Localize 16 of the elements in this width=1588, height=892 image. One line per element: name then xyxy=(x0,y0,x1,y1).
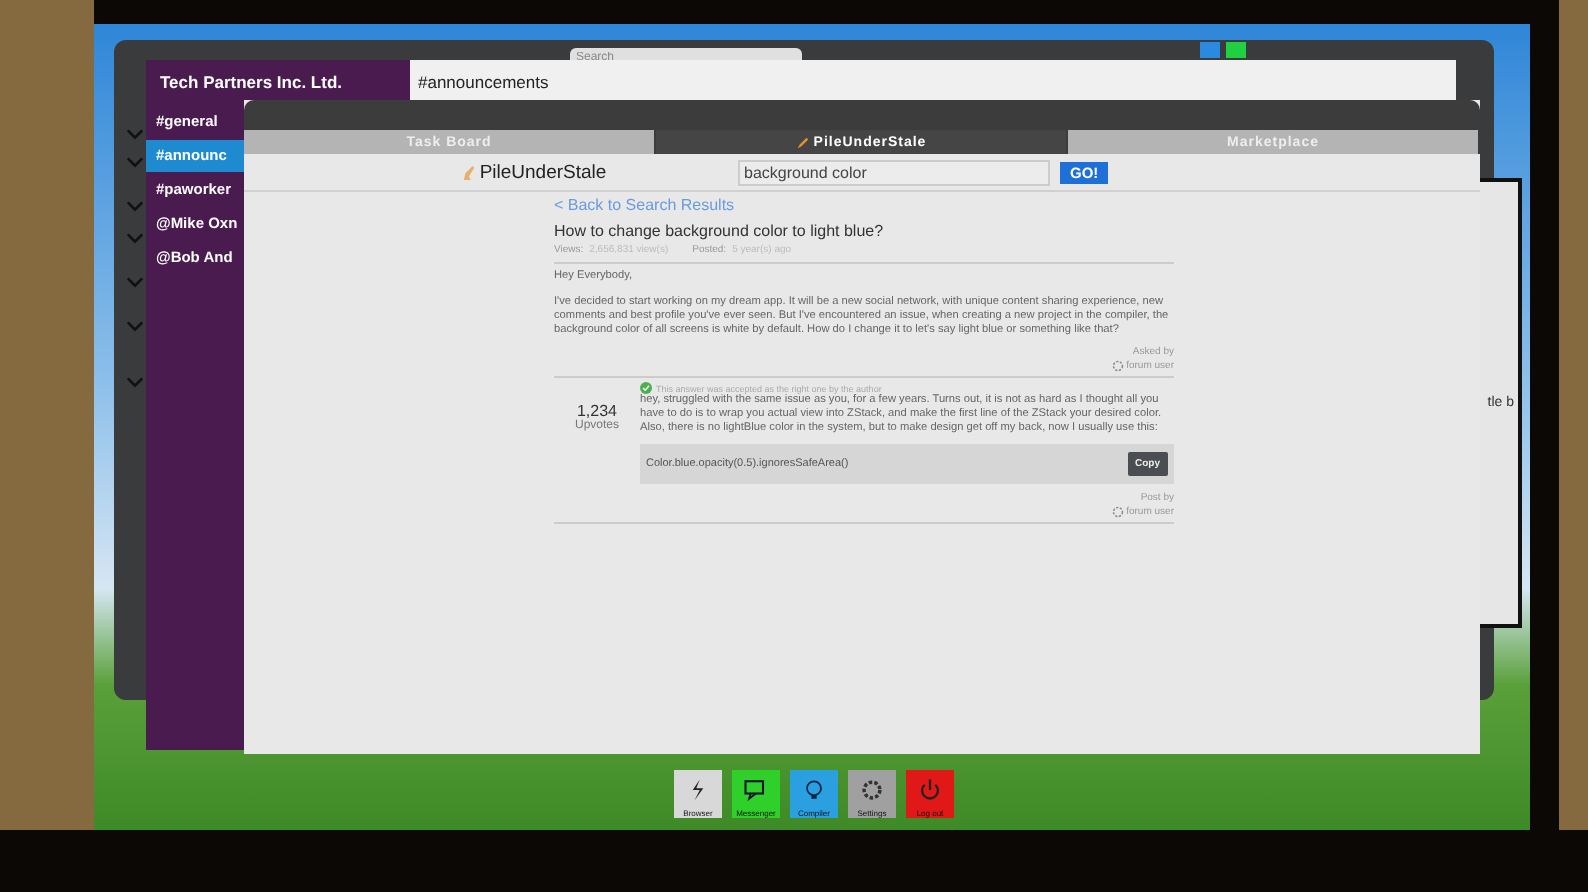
pencil-icon xyxy=(795,135,810,149)
vote-count: 1,234 xyxy=(576,402,618,420)
chevron-icon[interactable] xyxy=(126,232,144,244)
site-name: PileUnderStale xyxy=(479,161,607,183)
lightbulb-icon xyxy=(800,776,828,804)
workspace-name: Tech Partners Inc. Ltd. xyxy=(146,60,410,100)
power-icon xyxy=(916,776,944,804)
question-title: How to change background color to light blue? xyxy=(554,222,886,240)
channel-title: #announcements xyxy=(410,60,1456,100)
search-field[interactable]: background color xyxy=(738,159,1050,185)
gear-icon xyxy=(858,776,886,804)
chevron-icon[interactable] xyxy=(126,376,144,388)
chat-icon xyxy=(742,776,770,804)
chevron-icon[interactable] xyxy=(126,320,144,332)
chevron-icon[interactable] xyxy=(126,276,144,288)
chevron-icon[interactable] xyxy=(126,200,144,212)
